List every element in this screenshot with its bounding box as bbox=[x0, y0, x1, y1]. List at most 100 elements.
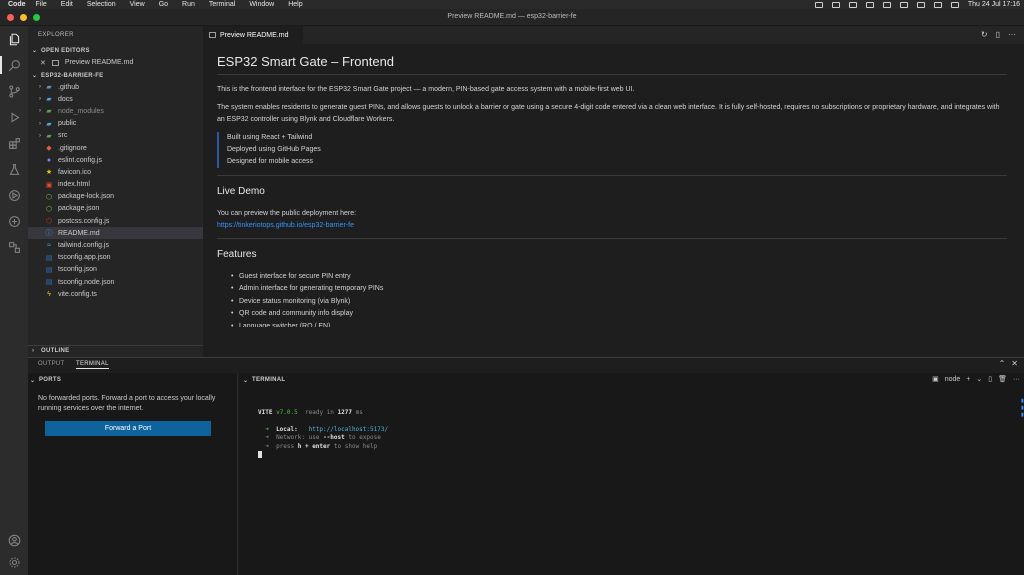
list-item: QR code and community info display bbox=[217, 308, 1007, 321]
refresh-icon[interactable]: ↻ bbox=[981, 30, 988, 39]
close-panel-icon[interactable]: ✕ bbox=[1011, 359, 1018, 368]
control-center-icon[interactable] bbox=[950, 1, 959, 8]
tree-item-package-lock[interactable]: ⬡ package-lock.json bbox=[28, 191, 231, 203]
remote-explorer-icon[interactable] bbox=[7, 240, 21, 254]
outline-section[interactable]: › OUTLINE bbox=[28, 345, 231, 357]
tree-item-gitignore[interactable]: ◆ .gitignore bbox=[28, 142, 231, 154]
tree-item-label: postcss.config.js bbox=[58, 217, 110, 225]
source-control-icon[interactable] bbox=[7, 84, 21, 98]
terminal-cursor bbox=[258, 451, 262, 458]
menu-go[interactable]: Go bbox=[159, 1, 168, 8]
testing-icon[interactable] bbox=[7, 162, 21, 176]
tree-item-docs[interactable]: › ▰ docs bbox=[28, 93, 231, 105]
tree-item-tsconfig-app[interactable]: ▤ tsconfig.app.json bbox=[28, 252, 231, 264]
terminal-header[interactable]: ⌄ TERMINAL bbox=[243, 377, 285, 384]
split-editor-icon[interactable]: ▯ bbox=[996, 30, 1000, 39]
status-icon-4[interactable] bbox=[865, 1, 874, 8]
host-flag: --host bbox=[323, 434, 345, 441]
terminal-panel[interactable]: ⌄ TERMINAL ▣ node + ⌄ ▯ 🗑 ··· VITE v7.0.… bbox=[239, 373, 1024, 575]
active-view-indicator bbox=[0, 56, 2, 74]
outline-header[interactable]: › OUTLINE bbox=[32, 348, 69, 354]
tsconfig-file-icon: ▤ bbox=[45, 266, 53, 274]
help-press: press bbox=[276, 442, 295, 450]
outline-label: OUTLINE bbox=[41, 348, 70, 354]
demo-link[interactable]: https://tinkeriotops.github.io/esp32-bar… bbox=[217, 220, 1007, 232]
terminal-output: VITE v7.0.5 ready in 1277 ms ➜ Local: ht… bbox=[258, 400, 388, 460]
wifi-icon[interactable] bbox=[916, 1, 925, 8]
menu-window[interactable]: Window bbox=[249, 1, 274, 8]
menu-help[interactable]: Help bbox=[288, 1, 302, 8]
local-url[interactable]: http://localhost:5173/ bbox=[309, 426, 388, 433]
timeline-icon[interactable] bbox=[7, 188, 21, 202]
tab-terminal[interactable]: TERMINAL bbox=[76, 361, 109, 369]
terminal-label: TERMINAL bbox=[252, 377, 286, 383]
tab-output[interactable]: OUTPUT bbox=[38, 361, 64, 367]
trash-icon[interactable]: 🗑 bbox=[998, 375, 1007, 383]
tree-item-tsconfig-node[interactable]: ▤ tsconfig.node.json bbox=[28, 276, 231, 288]
tree-item-postcss[interactable]: ⬡ postcss.config.js bbox=[28, 215, 231, 227]
activity-bar bbox=[0, 26, 28, 575]
editor-tabbar: Preview README.md ↻ ▯ ··· bbox=[203, 26, 1024, 44]
more-actions-icon[interactable]: ··· bbox=[1008, 30, 1016, 39]
tree-item-tsconfig[interactable]: ▤ tsconfig.json bbox=[28, 264, 231, 276]
tree-item-favicon[interactable]: ★ favicon.ico bbox=[28, 166, 231, 178]
menu-run[interactable]: Run bbox=[182, 1, 195, 8]
account-icon[interactable] bbox=[7, 533, 21, 547]
info-file-icon: ⓘ bbox=[45, 230, 53, 238]
preview-icon bbox=[209, 32, 216, 38]
project-header[interactable]: ⌄ ESP32-BARRIER-FE bbox=[32, 72, 103, 80]
manage-gear-icon[interactable] bbox=[7, 555, 21, 569]
status-icon-5[interactable] bbox=[882, 1, 891, 8]
maximize-panel-icon[interactable]: ⌃ bbox=[999, 359, 1006, 368]
editor-area: Preview README.md ↻ ▯ ··· ESP32 Smart Ga… bbox=[203, 26, 1024, 357]
chevron-down-icon[interactable]: ⌄ bbox=[976, 375, 982, 383]
run-debug-icon[interactable] bbox=[7, 110, 21, 124]
close-icon[interactable]: ✕ bbox=[40, 59, 46, 67]
tree-item-eslint[interactable]: ● eslint.config.js bbox=[28, 154, 231, 166]
markdown-preview: ESP32 Smart Gate – Frontend This is the … bbox=[217, 54, 1007, 327]
tree-item-readme[interactable]: ⓘ README.md bbox=[28, 227, 231, 240]
window-titlebar: Preview README.md — esp32-barrier-fe bbox=[0, 9, 1024, 26]
menu-edit[interactable]: Edit bbox=[61, 1, 73, 8]
status-icon-1[interactable] bbox=[814, 1, 823, 8]
tree-item-src[interactable]: › ▰ src bbox=[28, 130, 231, 142]
chevron-down-icon: ⌄ bbox=[30, 378, 36, 384]
tree-item-label: eslint.config.js bbox=[58, 156, 102, 164]
star-file-icon: ★ bbox=[45, 169, 53, 177]
menubar-clock[interactable]: Thu 24 Jul 17:16 bbox=[968, 1, 1020, 8]
menu-app-name[interactable]: Code bbox=[8, 1, 26, 8]
more-actions-icon[interactable]: ··· bbox=[1013, 376, 1020, 383]
status-icon-2[interactable] bbox=[831, 1, 840, 8]
menu-selection[interactable]: Selection bbox=[87, 1, 116, 8]
docker-icon[interactable] bbox=[7, 214, 21, 228]
add-terminal-icon[interactable]: + bbox=[966, 376, 970, 383]
status-icon-3[interactable] bbox=[848, 1, 857, 8]
tree-item-github[interactable]: › ▰ .github bbox=[28, 81, 231, 93]
ready-text: ready in bbox=[305, 408, 334, 416]
terminal-shell-name[interactable]: node bbox=[945, 376, 961, 383]
preview-icon bbox=[51, 59, 59, 66]
quote-line: Built using React + Tailwind bbox=[227, 134, 313, 141]
tree-item-vite-config[interactable]: ϟ vite.config.ts bbox=[28, 288, 231, 300]
tree-item-package-json[interactable]: ⬡ package.json bbox=[28, 203, 231, 215]
menu-view[interactable]: View bbox=[130, 1, 145, 8]
battery-icon[interactable] bbox=[899, 1, 908, 8]
forward-port-button[interactable]: Forward a Port bbox=[45, 421, 211, 436]
search-view-icon[interactable] bbox=[7, 58, 21, 72]
open-editor-label: Preview README.md bbox=[64, 59, 134, 66]
split-terminal-icon[interactable]: ▯ bbox=[988, 375, 992, 383]
ports-header[interactable]: ⌄ PORTS bbox=[30, 377, 61, 384]
menu-terminal[interactable]: Terminal bbox=[209, 1, 235, 8]
open-editors-header[interactable]: ⌄ OPEN EDITORS bbox=[32, 47, 90, 55]
list-item: Admin interface for generating temporary… bbox=[217, 283, 1007, 296]
search-icon[interactable] bbox=[933, 1, 942, 8]
tree-item-node-modules[interactable]: › ▰ node_modules bbox=[28, 105, 231, 117]
tree-item-tailwind[interactable]: ≈ tailwind.config.js bbox=[28, 239, 231, 251]
explorer-icon[interactable] bbox=[7, 32, 21, 46]
open-editor-item[interactable]: ✕ Preview README.md bbox=[40, 57, 225, 68]
extensions-icon[interactable] bbox=[7, 136, 21, 150]
tab-preview-readme[interactable]: Preview README.md bbox=[203, 26, 303, 44]
tree-item-index-html[interactable]: ▣ index.html bbox=[28, 179, 231, 191]
menu-file[interactable]: File bbox=[36, 1, 47, 8]
tree-item-public[interactable]: › ▰ public bbox=[28, 118, 231, 130]
